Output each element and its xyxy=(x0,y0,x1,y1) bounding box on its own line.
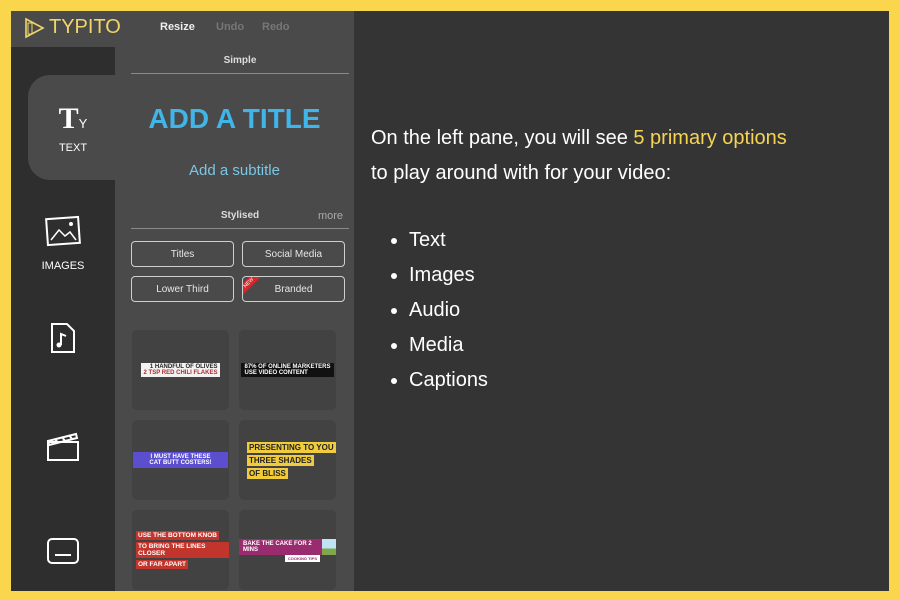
clapperboard-icon xyxy=(46,432,79,461)
audio-file-icon xyxy=(51,323,75,353)
text-panel: Simple ADD A TITLE Add a subtitle Stylis… xyxy=(115,47,354,591)
intro-post: to play around with for your video: xyxy=(371,162,672,184)
lower-third-button[interactable]: Lower Third xyxy=(131,276,234,302)
intro-highlight: 5 primary options xyxy=(633,127,787,149)
image-icon xyxy=(45,215,81,247)
app-frame: TYPITO Resize Undo Redo TY TEXT IMAGES S… xyxy=(11,11,889,591)
description: On the left pane, you will see 5 primary… xyxy=(371,121,787,398)
intro-text: On the left pane, you will see 5 primary… xyxy=(371,121,787,191)
sidebar-item-text[interactable]: TY TEXT xyxy=(21,102,125,154)
branded-button[interactable]: Branded NEW xyxy=(242,276,345,302)
template-card[interactable]: PRESENTING TO YOU THREE SHADES OF BLISS xyxy=(239,420,336,500)
list-item: Text xyxy=(409,223,787,258)
card-line: USE THE BOTTOM KNOB xyxy=(136,531,219,540)
typito-logo: TYPITO xyxy=(23,16,121,39)
card-line: PRESENTING TO YOU xyxy=(247,441,336,453)
card-line: OF BLISS xyxy=(247,467,288,479)
captions-icon xyxy=(47,538,79,564)
card-line: CAT BUTT COSTERS! xyxy=(149,460,212,466)
template-card[interactable]: 87% OF ONLINE MARKETERS USE VIDEO CONTENT xyxy=(239,330,336,410)
sidebar-item-media[interactable] xyxy=(11,430,115,465)
text-icon: TY xyxy=(58,102,88,135)
sidebar: TY TEXT IMAGES xyxy=(11,47,118,591)
titles-button[interactable]: Titles xyxy=(131,241,234,267)
template-card[interactable]: I MUST HAVE THESE CAT BUTT COSTERS! xyxy=(132,420,229,500)
sidebar-item-label: IMAGES xyxy=(41,260,85,272)
more-link[interactable]: more xyxy=(318,210,343,222)
sidebar-item-audio[interactable] xyxy=(11,322,115,357)
sidebar-item-label: TEXT xyxy=(58,142,88,154)
template-card[interactable]: BAKE THE CAKE FOR 2 MINS COOKING TIPS xyxy=(239,510,336,590)
logo-icon xyxy=(25,17,45,38)
thumbnail-image xyxy=(321,538,336,555)
stylised-label: Stylised xyxy=(220,210,260,221)
simple-section-label: Simple xyxy=(131,55,349,74)
template-card[interactable]: 1 HANDFUL OF OLIVES 2 TSP RED CHILI FLAKE… xyxy=(132,330,229,410)
template-card[interactable]: USE THE BOTTOM KNOB TO BRING THE LINES CL… xyxy=(132,510,229,590)
intro-pre: On the left pane, you will see xyxy=(371,127,634,149)
add-title-button[interactable]: ADD A TITLE xyxy=(115,103,354,135)
resize-button[interactable]: Resize xyxy=(160,21,195,33)
card-line: USE VIDEO CONTENT xyxy=(244,370,308,376)
undo-button[interactable]: Undo xyxy=(216,21,244,33)
options-list: Text Images Audio Media Captions xyxy=(409,223,787,398)
list-item: Audio xyxy=(409,293,787,328)
card-line: TO BRING THE LINES CLOSER xyxy=(136,542,229,558)
card-line: OR FAR APART xyxy=(136,560,189,569)
card-line: 2 TSP RED CHILI FLAKES xyxy=(143,370,218,376)
sidebar-item-images[interactable]: IMAGES xyxy=(11,215,115,272)
branded-label: Branded xyxy=(274,283,313,295)
card-line: BAKE THE CAKE FOR 2 MINS xyxy=(239,538,322,555)
list-item: Captions xyxy=(409,363,787,398)
stylised-section-label: Stylised more xyxy=(131,210,349,229)
card-line: THREE SHADES xyxy=(247,454,314,466)
social-media-button[interactable]: Social Media xyxy=(242,241,345,267)
new-badge: NEW xyxy=(243,277,265,299)
add-subtitle-button[interactable]: Add a subtitle xyxy=(115,162,354,179)
logo-text: TYPITO xyxy=(49,16,121,38)
card-line: COOKING TIPS xyxy=(284,554,320,562)
sidebar-item-captions[interactable] xyxy=(11,537,115,568)
list-item: Media xyxy=(409,328,787,363)
top-bar: TYPITO Resize Undo Redo xyxy=(11,11,354,47)
redo-button[interactable]: Redo xyxy=(262,21,290,33)
list-item: Images xyxy=(409,258,787,293)
